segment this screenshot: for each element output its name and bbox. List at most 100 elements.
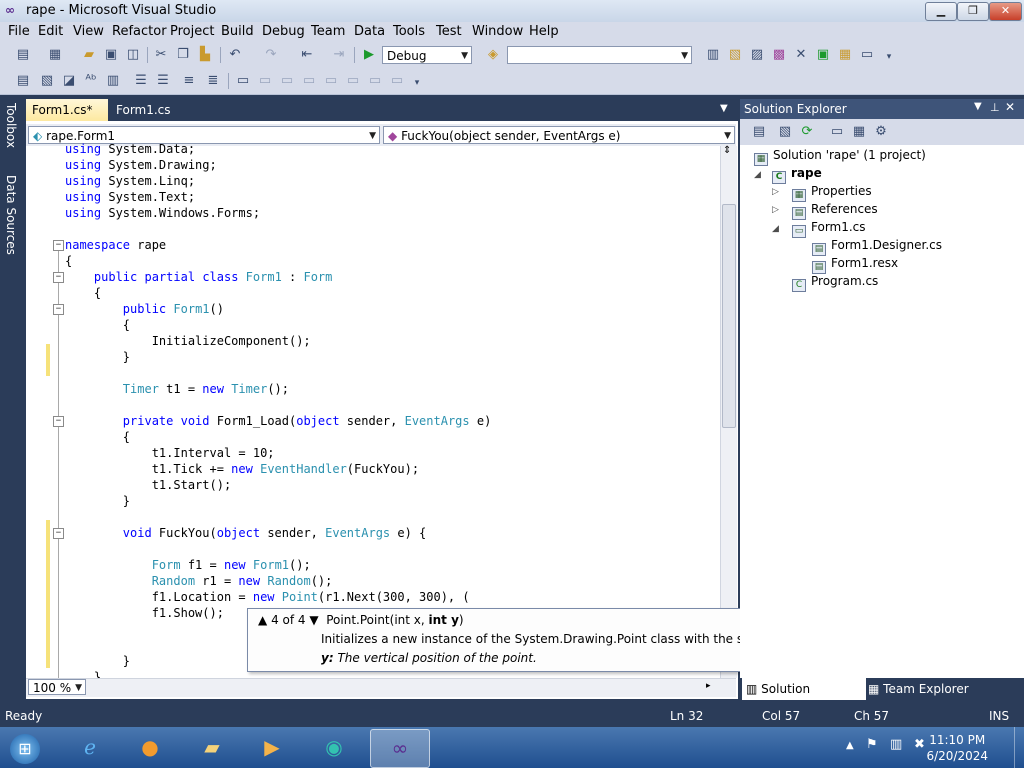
code-line[interactable]: }: [65, 493, 130, 509]
collapse-form-load-icon[interactable]: −: [53, 416, 64, 427]
action-center-flag-icon[interactable]: ⚑: [866, 737, 878, 752]
menu-file[interactable]: File: [8, 24, 30, 39]
view-class-diagram-icon[interactable]: ⚙: [872, 123, 890, 141]
tab-form1-cs[interactable]: Form1.cs* ✕: [26, 99, 108, 139]
properties-icon[interactable]: ▧: [726, 46, 744, 64]
open-folder-icon[interactable]: ▰: [80, 46, 98, 64]
split-handle-icon[interactable]: ⇕: [723, 145, 731, 156]
code-line[interactable]: using System.Text;: [65, 189, 195, 205]
project-node[interactable]: Crape: [772, 166, 822, 184]
previous-bookmark-document-icon[interactable]: ▭: [344, 72, 362, 90]
collapse-fuckyou-icon[interactable]: −: [53, 528, 64, 539]
refresh-icon[interactable]: ⟳: [798, 123, 816, 141]
references-node[interactable]: ▤ References: [792, 202, 878, 220]
code-line[interactable]: void FuckYou(object sender, EventArgs e)…: [65, 525, 426, 541]
form1-designer-cs-node[interactable]: ▤ Form1.Designer.cs: [812, 238, 942, 256]
code-line[interactable]: f1.Show();: [65, 605, 224, 621]
find-in-files-icon[interactable]: ◈: [484, 46, 502, 64]
close-button[interactable]: ✕: [989, 2, 1022, 21]
form1-resx-node[interactable]: ▤ Form1.resx: [812, 256, 898, 274]
volume-muted-icon[interactable]: ✖: [914, 737, 925, 752]
code-line[interactable]: t1.Interval = 10;: [65, 445, 275, 461]
code-line[interactable]: {: [65, 429, 130, 445]
code-line[interactable]: Timer t1 = new Timer();: [65, 381, 289, 397]
menu-build[interactable]: Build: [221, 24, 254, 39]
code-line[interactable]: using System.Drawing;: [65, 157, 217, 173]
paste-icon[interactable]: ▙: [196, 46, 214, 64]
data-sources-rail-tab[interactable]: Data Sources: [2, 175, 18, 255]
code-line[interactable]: {: [65, 285, 101, 301]
code-line[interactable]: }: [65, 653, 130, 669]
overflow-chevron-icon[interactable]: ▾: [880, 48, 898, 66]
minimize-button[interactable]: ▁: [925, 2, 957, 21]
menu-tools[interactable]: Tools: [393, 24, 425, 39]
uncomment-lines-icon[interactable]: ≣: [204, 72, 222, 90]
tab-solution-explorer[interactable]: ▥ Solution Explorer: [742, 678, 866, 718]
previous-bookmark-icon[interactable]: ▭: [256, 72, 274, 90]
parameter-info-icon[interactable]: ▧: [38, 72, 56, 90]
menu-project[interactable]: Project: [170, 24, 214, 39]
horizontal-scroll-bar[interactable]: ▸: [26, 678, 736, 697]
clear-bookmarks-icon[interactable]: ▭: [388, 72, 406, 90]
collapsed-arrow-icon[interactable]: ▷: [772, 187, 779, 197]
code-line[interactable]: {: [65, 253, 72, 269]
media-player-taskbar-button[interactable]: ▶: [246, 729, 298, 766]
scroll-right-icon[interactable]: ▸: [706, 681, 711, 691]
menu-debug[interactable]: Debug: [262, 24, 305, 39]
save-all-icon[interactable]: ◫: [124, 46, 142, 64]
show-all-files-icon[interactable]: ▧: [776, 123, 794, 141]
tab-form1-design[interactable]: Form1.cs [Design]*: [110, 99, 235, 139]
code-line[interactable]: private void Form1_Load(object sender, E…: [65, 413, 492, 429]
collapse-constructor-icon[interactable]: −: [53, 304, 64, 315]
undo-icon[interactable]: ↶: [226, 46, 244, 64]
window-position-icon[interactable]: ▼: [974, 101, 982, 112]
menu-view[interactable]: View: [73, 24, 104, 39]
copy-icon[interactable]: ❐: [174, 46, 192, 64]
tab-list-chevron-icon[interactable]: ▼: [720, 103, 728, 114]
next-bookmark-document-icon[interactable]: ▭: [366, 72, 384, 90]
menu-refactor[interactable]: Refactor: [112, 24, 167, 39]
code-line[interactable]: t1.Tick += new EventHandler(FuckYou);: [65, 461, 419, 477]
start-page-icon[interactable]: ▣: [814, 46, 832, 64]
menu-edit[interactable]: Edit: [38, 24, 63, 39]
object-members-icon[interactable]: ▤: [14, 72, 32, 90]
new-project-icon[interactable]: ▤: [14, 46, 32, 64]
code-line[interactable]: using System.Data;: [65, 141, 195, 157]
code-line[interactable]: using System.Windows.Forms;: [65, 205, 260, 221]
properties-icon[interactable]: ▤: [750, 123, 768, 141]
code-line[interactable]: }: [65, 349, 130, 365]
toolbox-rail-tab[interactable]: Toolbox: [2, 103, 18, 148]
tools-icon[interactable]: ✕: [792, 46, 810, 64]
solution-configuration-combo[interactable]: Debug ▼: [382, 46, 472, 64]
code-line[interactable]: InitializeComponent();: [65, 333, 311, 349]
word-completion-icon[interactable]: ᴬᵇ: [82, 72, 100, 90]
form1-cs-node[interactable]: ▭ Form1.cs: [792, 220, 866, 238]
view-designer-icon[interactable]: ▦: [850, 123, 868, 141]
decrease-indent-icon[interactable]: ☰: [132, 72, 150, 90]
show-hidden-icons-icon[interactable]: ▲: [846, 740, 854, 751]
comment-lines-icon[interactable]: ≡: [180, 72, 198, 90]
close-icon[interactable]: ✕: [1005, 100, 1015, 114]
collapse-namespace-icon[interactable]: −: [53, 240, 64, 251]
toolbox-icon[interactable]: ▩: [770, 46, 788, 64]
next-bookmark-icon[interactable]: ▭: [278, 72, 296, 90]
previous-overload-icon[interactable]: ▲: [258, 613, 267, 627]
quick-info-icon[interactable]: ◪: [60, 72, 78, 90]
menu-help[interactable]: Help: [529, 24, 559, 39]
redo-icon[interactable]: ↷: [262, 46, 280, 64]
menu-test[interactable]: Test: [436, 24, 462, 39]
save-icon[interactable]: ▣: [102, 46, 120, 64]
expanded-arrow-icon[interactable]: ◢: [772, 224, 779, 234]
menu-team[interactable]: Team: [311, 24, 345, 39]
solution-node[interactable]: ▦ Solution 'rape' (1 project): [754, 148, 926, 166]
code-line[interactable]: t1.Start();: [65, 477, 231, 493]
next-bookmark-folder-icon[interactable]: ▭: [322, 72, 340, 90]
expanded-arrow-icon[interactable]: ◢: [754, 170, 761, 180]
code-line[interactable]: namespace rape: [65, 237, 166, 253]
collapse-class-icon[interactable]: −: [53, 272, 64, 283]
vertical-scroll-thumb[interactable]: [722, 204, 736, 428]
command-window-icon[interactable]: ▭: [858, 46, 876, 64]
explorer-taskbar-button[interactable]: ▰: [186, 729, 238, 766]
add-item-icon[interactable]: ▦: [46, 46, 64, 64]
auto-hide-pin-icon[interactable]: ⊥: [990, 101, 1000, 114]
